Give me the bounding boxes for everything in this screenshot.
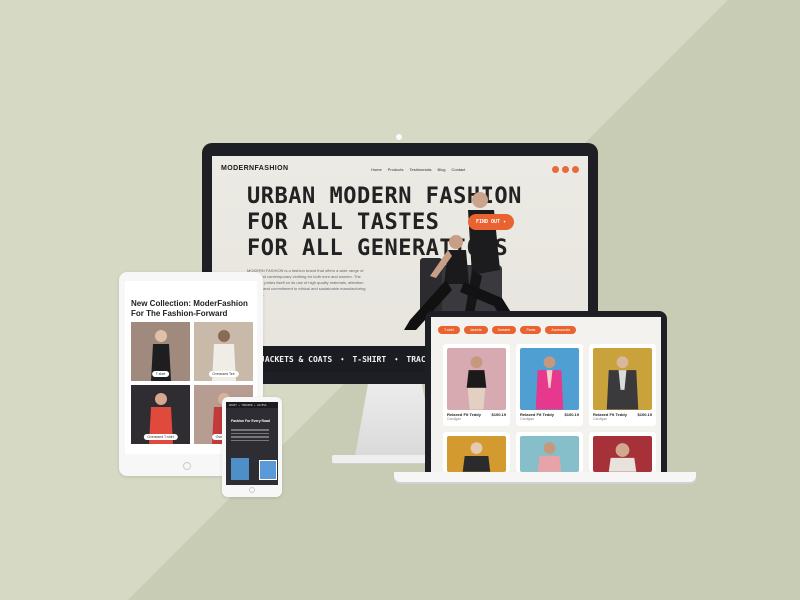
find-out-button[interactable]: FIND OUT ✦: [468, 214, 515, 230]
nav-link-contact[interactable]: Contact: [452, 167, 466, 172]
nav-link-blog[interactable]: Blog: [437, 167, 445, 172]
collection-tile[interactable]: T-shirt: [131, 322, 190, 381]
phone-text-lines: [231, 429, 269, 443]
product-image: [447, 348, 506, 410]
find-out-label: FIND OUT: [476, 219, 501, 225]
phone-headline: Fashion For Every Road: [231, 419, 271, 423]
instagram-icon[interactable]: [552, 166, 559, 173]
product-image: [447, 436, 506, 472]
tablet-home-button[interactable]: [183, 462, 191, 470]
phone-screen: SHIRT ✦ TROUSER ✦ ACCESS Fashion For Eve…: [226, 402, 278, 485]
site-logo[interactable]: MODERNFASHION: [221, 165, 288, 172]
hero-description: MODERN FASHION is a fashion brand that o…: [247, 268, 366, 297]
facebook-icon[interactable]: [572, 166, 579, 173]
category-tshirt[interactable]: T-SHIRT: [352, 355, 386, 364]
nav-links: Home Products Testimonials Blog Contact: [371, 167, 465, 172]
product-price: $100.19: [491, 412, 506, 417]
social-links: [552, 166, 579, 173]
star-icon: ✦: [340, 355, 345, 363]
tile-label: Oversized T-shirt: [143, 434, 178, 440]
category-jackets[interactable]: JACKETS & COATS: [260, 355, 332, 364]
phone-home-button[interactable]: [249, 487, 255, 493]
product-card[interactable]: Relaxed Fit Teddy $100.19 Cardigan: [443, 344, 510, 426]
product-image: [593, 436, 652, 472]
laptop-screen: T-shirt Jackets Sweater Pants Accessorie…: [431, 317, 661, 473]
filter-chip[interactable]: Accessories: [545, 326, 577, 334]
phone-model-image: [231, 458, 249, 480]
webcam-dot: [396, 134, 402, 140]
tile-label: Oversized Tee: [208, 371, 239, 377]
dribbble-icon[interactable]: [562, 166, 569, 173]
product-image: [593, 348, 652, 410]
star-icon: ✦: [394, 355, 399, 363]
product-image: [520, 348, 579, 410]
sparkle-icon: ✦: [503, 219, 507, 225]
product-price: $100.19: [637, 412, 652, 417]
product-subtitle: Cardigan: [520, 417, 535, 421]
product-grid: Relaxed Fit Teddy $100.19 Cardigan Relax…: [443, 344, 656, 472]
product-card[interactable]: Relaxed Fit Teddy $100.19 Cardigan: [516, 344, 583, 426]
desktop-navbar: MODERNFASHION Home Products Testimonials…: [221, 164, 579, 176]
product-card[interactable]: [443, 432, 510, 472]
phone-category-bar[interactable]: SHIRT ✦ TROUSER ✦ ACCESS: [226, 402, 278, 408]
product-card[interactable]: Relaxed Fit Teddy $100.19 Cardigan: [589, 344, 656, 426]
filter-chip[interactable]: T-shirt: [438, 326, 460, 334]
filter-chip[interactable]: Pants: [520, 326, 542, 334]
filter-chip[interactable]: Jackets: [463, 326, 488, 334]
laptop-base: [394, 472, 696, 482]
product-price: $100.19: [564, 412, 579, 417]
product-subtitle: Cardigan: [447, 417, 462, 421]
collection-title: New Collection: ModerFashion For The Fas…: [131, 299, 248, 318]
product-subtitle: Cardigan: [593, 417, 608, 421]
laptop: T-shirt Jackets Sweater Pants Accessorie…: [425, 311, 667, 473]
product-card[interactable]: [589, 432, 656, 472]
nav-link-testimonials[interactable]: Testimonials: [409, 167, 431, 172]
category-filters: T-shirt Jackets Sweater Pants Accessorie…: [438, 326, 577, 334]
collection-tile[interactable]: Oversized T-shirt: [131, 385, 190, 444]
phone: SHIRT ✦ TROUSER ✦ ACCESS Fashion For Eve…: [222, 397, 282, 497]
category-tracksuit[interactable]: TRAC: [406, 355, 425, 364]
filter-chip[interactable]: Sweater: [491, 326, 517, 334]
nav-link-products[interactable]: Products: [388, 167, 404, 172]
nav-link-home[interactable]: Home: [371, 167, 382, 172]
product-card[interactable]: [516, 432, 583, 472]
product-image: [520, 436, 579, 472]
tile-label: T-shirt: [151, 371, 170, 377]
phone-model-image: [259, 460, 277, 480]
collection-tile[interactable]: Oversized Tee: [194, 322, 253, 381]
